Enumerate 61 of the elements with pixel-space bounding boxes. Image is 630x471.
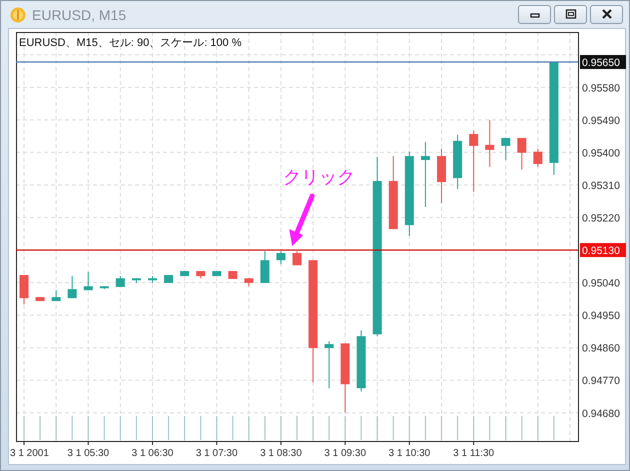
ref-line-label: 0.95130	[582, 245, 620, 258]
candle	[68, 276, 77, 298]
price-label: 0.95040	[582, 278, 620, 290]
candle	[212, 271, 222, 276]
candle	[228, 271, 238, 279]
price-label: 0.94860	[582, 342, 620, 355]
price-marker: 0.95130	[580, 243, 626, 258]
minimize-button[interactable]	[518, 4, 551, 24]
candle	[485, 120, 494, 167]
candle	[437, 148, 446, 204]
price-label: 0.95220	[582, 212, 620, 225]
candle	[501, 138, 510, 160]
time-label: 3 1 10:30	[388, 448, 430, 459]
time-label: 3 1 09:30	[324, 448, 366, 459]
candle	[356, 330, 366, 392]
price-marker: 0.95650	[580, 55, 626, 70]
candle	[517, 138, 526, 170]
candle	[324, 341, 334, 388]
ref-line-label: 0.95650	[582, 57, 620, 70]
arrow	[289, 194, 315, 246]
price-label: 0.95310	[582, 180, 620, 192]
window-title: EURUSD, M15	[32, 6, 126, 22]
candle	[244, 278, 254, 286]
candle	[36, 297, 45, 302]
maximize-button[interactable]	[554, 4, 587, 24]
candle	[260, 251, 270, 283]
candle	[420, 142, 430, 208]
time-label: 3 1 11:30	[453, 448, 494, 459]
candle	[180, 271, 190, 276]
candle	[292, 251, 302, 266]
candle	[52, 290, 61, 302]
price-label: 0.94950	[582, 310, 620, 322]
close-icon	[600, 9, 612, 19]
candle	[132, 278, 141, 283]
candle	[148, 276, 157, 283]
close-button[interactable]	[590, 4, 623, 24]
candle	[340, 343, 350, 412]
candle	[116, 276, 125, 287]
candle	[100, 286, 109, 290]
price-label: 0.95580	[582, 82, 620, 94]
candle	[276, 251, 286, 264]
chart-header: EURUSD、M15、セル: 90、スケール: 100 %	[19, 37, 242, 49]
candle	[453, 134, 462, 189]
time-label: 3 1 05:30	[67, 448, 110, 459]
candle	[84, 272, 93, 290]
candle	[20, 275, 29, 304]
callout-text: クリック	[283, 167, 356, 188]
candle	[469, 130, 478, 192]
candle	[164, 275, 174, 283]
price-label: 0.95400	[582, 147, 620, 160]
time-label: 3 1 06:30	[132, 448, 174, 459]
time-label: 3 1 08:30	[260, 448, 302, 459]
time-label: 3 1 2001	[10, 448, 49, 459]
price-label: 0.94770	[582, 375, 620, 388]
maximize-icon	[564, 9, 576, 19]
price-label: 0.94680	[582, 408, 620, 420]
time-label: 3 1 07:30	[196, 448, 238, 459]
candle	[533, 148, 542, 167]
coin-icon	[10, 6, 26, 22]
candle	[196, 271, 206, 278]
price-label: 0.95490	[582, 114, 620, 127]
